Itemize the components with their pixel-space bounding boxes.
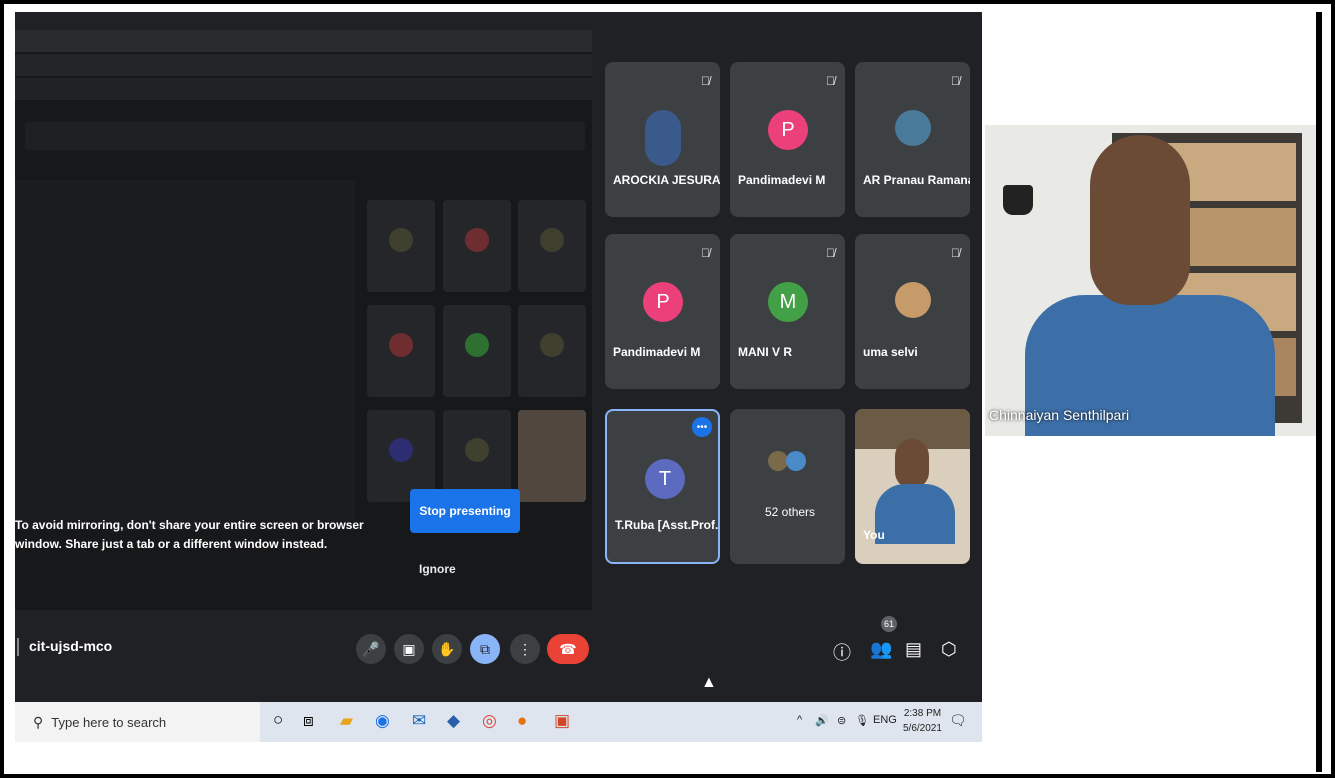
mirror-warning-text: To avoid mirroring, don't share your ent… (15, 518, 364, 551)
stop-presenting-button[interactable]: Stop presenting (410, 489, 520, 533)
participant-tile[interactable]: 🎙̸ M MANI V R (730, 234, 845, 389)
taskbar-clock[interactable]: 2:38 PM 5/6/2021 (903, 706, 942, 736)
mic-off-icon: 🎙̸ (701, 246, 710, 260)
mirror-tile (518, 200, 586, 292)
participant-avatar: M (768, 282, 808, 322)
mouse-cursor: ▲ (701, 674, 717, 691)
mirror-tile (367, 305, 435, 397)
mirror-addressbar (15, 54, 592, 76)
people-icon[interactable]: 👥 (870, 639, 892, 660)
others-avatar (786, 451, 806, 471)
self-tile[interactable]: You (855, 409, 970, 564)
store-icon[interactable]: ◆ (447, 711, 460, 731)
clock-date: 5/6/2021 (903, 723, 942, 734)
meeting-code: cit-ujsd-mco (16, 638, 113, 656)
others-tile[interactable]: 52 others (730, 409, 845, 564)
participant-name: uma selvi (863, 345, 918, 359)
participant-photo (895, 282, 931, 318)
mic-off-icon: 🎙̸ (826, 246, 835, 260)
notifications-icon[interactable]: 🗨 (949, 712, 967, 729)
self-body (875, 484, 955, 544)
mail-icon[interactable]: ✉ (412, 711, 426, 731)
mirror-tile (443, 200, 511, 292)
clock-time: 2:38 PM (903, 708, 942, 719)
participant-photo (645, 110, 681, 166)
mic-off-icon: 🎙̸ (951, 74, 960, 88)
present-icon[interactable]: ⧉ (470, 634, 500, 664)
mirror-bookmarks (15, 78, 592, 100)
participant-avatar: P (768, 110, 808, 150)
mirror-panel (15, 180, 355, 530)
ignore-button[interactable]: Ignore (419, 562, 456, 576)
raise-hand-icon[interactable]: ✋ (432, 634, 462, 664)
chrome-icon[interactable]: ◎ (482, 711, 497, 731)
participant-photo (895, 110, 931, 146)
participant-tile[interactable]: 🎙̸ AROCKIA JESURA... (605, 62, 720, 217)
mirror-tile (518, 410, 586, 502)
mirror-tile (518, 305, 586, 397)
more-options-icon[interactable]: ⋮ (510, 634, 540, 664)
cortana-icon[interactable]: ○ (273, 710, 283, 730)
participant-name: AROCKIA JESURA... (613, 173, 720, 187)
more-options-icon[interactable]: ••• (692, 417, 712, 437)
right-border (1316, 12, 1322, 772)
participant-name: T.Ruba [Asst.Prof./... (615, 518, 719, 532)
camera-icon[interactable]: ▣ (394, 634, 424, 664)
file-explorer-icon[interactable]: ▰ (340, 711, 353, 731)
lamp (1003, 185, 1033, 215)
volume-icon[interactable]: 🔊 (815, 714, 829, 727)
activities-icon[interactable]: ⬡ (941, 639, 957, 660)
participant-name: Pandimadevi M (738, 173, 826, 187)
participant-tile[interactable]: 🎙̸ uma selvi (855, 234, 970, 389)
speaker-head (1090, 135, 1190, 305)
mic-tray-icon[interactable]: 🎙 (855, 714, 869, 727)
firefox-icon[interactable]: ● (517, 711, 527, 731)
participant-name: MANI V R (738, 345, 792, 359)
self-face (895, 439, 929, 489)
speaker-video: Chinnaiyan Senthilpari (985, 125, 1320, 436)
mirror-tile (443, 305, 511, 397)
participant-name: Pandimadevi M (613, 345, 701, 359)
participant-tile[interactable]: 🎙̸ P Pandimadevi M (730, 62, 845, 217)
speaker-name: Chinnaiyan Senthilpari (989, 407, 1130, 423)
mirror-tile (367, 200, 435, 292)
microphone-icon[interactable]: 🎤 (356, 634, 386, 664)
participant-avatar: T (645, 459, 685, 499)
meet-window: Stop presenting To avoid mirroring, don'… (15, 12, 982, 702)
mic-off-icon: 🎙̸ (826, 74, 835, 88)
tray-arrow-icon[interactable]: ^ (797, 714, 802, 726)
mirror-tabbar (15, 30, 592, 52)
bottom-strip (15, 742, 982, 772)
participant-name: AR Pranau Ramanaa (863, 173, 970, 187)
self-name: You (863, 528, 885, 542)
search-icon: ⚲ (33, 713, 44, 730)
mic-off-icon: 🎙̸ (701, 74, 710, 88)
network-icon[interactable]: ⊜ (837, 714, 846, 727)
taskbar-search[interactable]: ⚲ Type here to search (15, 702, 260, 742)
end-call-icon[interactable]: ☎ (547, 634, 589, 664)
mirror-notice (25, 122, 585, 150)
mic-off-icon: 🎙̸ (951, 246, 960, 260)
others-count: 52 others (765, 505, 816, 519)
participant-tile[interactable]: 🎙̸ P Pandimadevi M (605, 234, 720, 389)
language-indicator[interactable]: ENG (873, 714, 897, 726)
participants-badge: 61 (881, 616, 897, 632)
edge-icon[interactable]: ◉ (375, 711, 390, 731)
windows-taskbar: ⚲ Type here to search ○ ⧈ ▰ ◉ ✉ ◆ ◎ ● ▣ … (15, 702, 982, 742)
participant-tile-pinned[interactable]: ••• T T.Ruba [Asst.Prof./... (605, 409, 720, 564)
participant-tile[interactable]: 🎙̸ AR Pranau Ramanaa (855, 62, 970, 217)
info-icon[interactable]: ⓘ (833, 639, 851, 665)
powerpoint-icon[interactable]: ▣ (554, 711, 570, 731)
participant-avatar: P (643, 282, 683, 322)
chat-icon[interactable]: ▤ (905, 639, 922, 660)
others-avatar (768, 451, 788, 471)
search-placeholder: Type here to search (51, 714, 167, 730)
task-view-icon[interactable]: ⧈ (303, 711, 314, 731)
